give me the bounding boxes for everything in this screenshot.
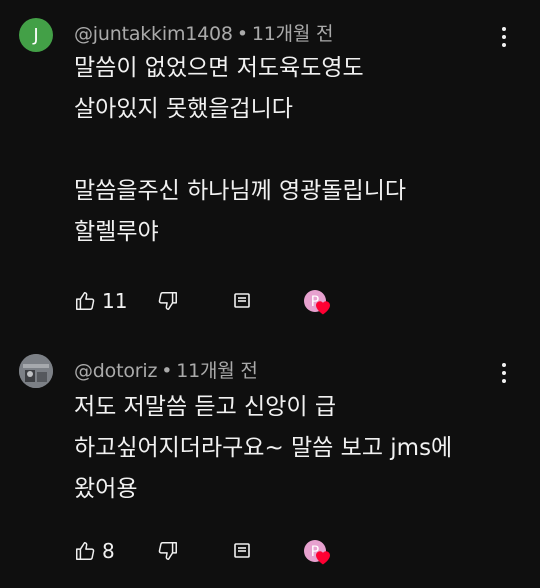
comment-line: 왔어용: [74, 476, 138, 502]
avatar[interactable]: [19, 354, 53, 388]
comment-actions: 11 P: [74, 286, 374, 316]
comment-line: 할렐루야: [74, 219, 159, 245]
comment-line: 말씀이 없었으면 저도육도영도: [74, 55, 364, 81]
creator-heart: P: [303, 536, 331, 566]
reply-icon: [234, 293, 250, 308]
comment-text: 저도 저말씀 듣고 신앙이 급 하고싶어지더라구요~ 말씀 보고 jms에 왔어…: [74, 387, 520, 510]
meta-separator: •: [236, 23, 248, 45]
author-name[interactable]: @juntakkim1408: [74, 23, 233, 45]
comment-line: [74, 130, 520, 171]
creator-heart-icon: [316, 301, 330, 315]
comment-line: 하고싶어지더라구요~ 말씀 보고 jms에: [74, 435, 453, 461]
comment-line: 저도 저말씀 듣고 신앙이 급: [74, 394, 337, 420]
thumbs-down-icon: [158, 542, 177, 560]
reply-button[interactable]: [232, 286, 252, 316]
comment-line: 살아있지 못했을겁니다: [74, 96, 293, 122]
comment-time[interactable]: 11개월 전: [252, 23, 334, 45]
comment-line: 말씀을주신 하나님께 영광돌립니다: [74, 178, 407, 204]
comment-header: @juntakkim1408 • 11개월 전: [74, 19, 333, 46]
dislike-button[interactable]: [157, 536, 179, 566]
comment-item: J @juntakkim1408 • 11개월 전 말씀이 없었으면 저도육도영도 …: [0, 0, 540, 330]
thumbs-down-icon: [158, 292, 177, 310]
meta-separator: •: [161, 360, 173, 382]
avatar[interactable]: J: [19, 18, 53, 52]
comment-time[interactable]: 11개월 전: [176, 360, 258, 382]
comment-actions: 8 P: [74, 536, 374, 566]
avatar-letter: J: [33, 24, 39, 46]
comment-item: @dotoriz • 11개월 전 저도 저말씀 듣고 신앙이 급 하고싶어지더라구…: [0, 335, 540, 588]
dislike-button[interactable]: [157, 286, 179, 316]
like-count: 11: [102, 289, 128, 313]
thumbs-up-icon: [76, 292, 95, 310]
like-button[interactable]: 11: [74, 286, 127, 316]
comment-header: @dotoriz • 11개월 전: [74, 356, 258, 383]
author-name[interactable]: @dotoriz: [74, 360, 157, 382]
like-button[interactable]: 8: [74, 536, 115, 566]
profile-photo-icon: [19, 354, 53, 388]
reply-icon: [234, 543, 250, 558]
creator-heart: P: [303, 286, 331, 316]
creator-heart-icon: [316, 551, 330, 565]
comment-text: 말씀이 없었으면 저도육도영도 살아있지 못했을겁니다 말씀을주신 하나님께 영…: [74, 48, 520, 253]
like-count: 8: [102, 539, 115, 563]
more-vert-icon[interactable]: [494, 24, 514, 50]
thumbs-up-icon: [76, 542, 95, 560]
reply-button[interactable]: [232, 536, 252, 566]
more-vert-icon[interactable]: [494, 360, 514, 386]
